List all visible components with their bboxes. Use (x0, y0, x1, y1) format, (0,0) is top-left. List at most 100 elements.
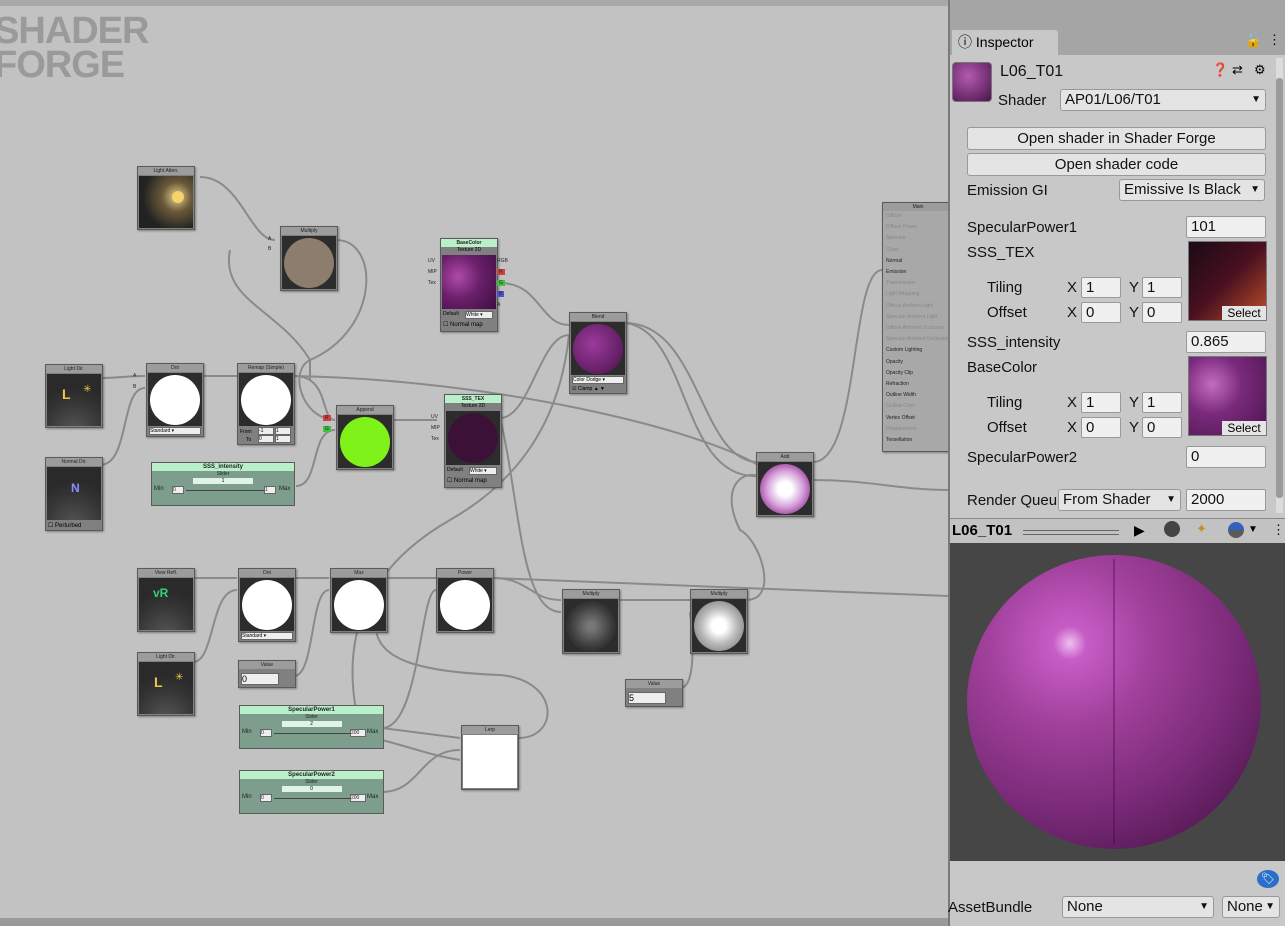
clamp-checkbox[interactable]: ☑ Clamp ▲ ▼ (572, 386, 605, 392)
perturbed-checkbox[interactable]: ☐ Perturbed (48, 522, 81, 529)
preview-drag-handle[interactable] (1023, 530, 1119, 535)
slider-min-field[interactable]: 0 (260, 729, 272, 737)
port-b[interactable]: B (133, 384, 136, 390)
lock-icon[interactable]: 🔓 (1245, 33, 1261, 49)
main-input-tessellation[interactable]: Tessellation (886, 437, 912, 443)
port-a[interactable]: A (133, 373, 136, 379)
sss-tiling-x-field[interactable]: 1 (1081, 277, 1121, 298)
remap-from-a-field[interactable]: -1 (258, 427, 274, 435)
port-tex[interactable]: Tex (431, 436, 439, 442)
shader-select[interactable]: AP01/L06/T01 ▼ (1060, 89, 1266, 111)
chevron-down-icon[interactable]: ▼ (1248, 524, 1258, 535)
lighting-icon[interactable]: ✦ (1196, 521, 1207, 537)
inspector-scrollbar[interactable] (1276, 58, 1283, 513)
sss-tiling-y-field[interactable]: 1 (1142, 277, 1182, 298)
node-multiply-2[interactable]: Multiply (562, 589, 620, 654)
node-value-1[interactable]: Value 0 (238, 660, 296, 688)
slider-specular-power-2[interactable]: SpecularPower2 Slider 0 Min 0 200 Max (239, 770, 384, 814)
port-alpha[interactable]: A (497, 302, 500, 308)
default-select[interactable]: White ▾ (465, 311, 493, 319)
open-shader-code-button[interactable]: Open shader code (967, 153, 1266, 176)
node-basecolor[interactable]: BaseColor Texture 2D Default White ▾ ☐ N… (440, 238, 498, 332)
gear-icon[interactable]: ⚙ (1254, 62, 1266, 78)
node-dot-1[interactable]: Dot Standard ▾ (146, 363, 204, 437)
blend-mode-select[interactable]: Color Dodge ▾ (572, 376, 624, 384)
render-queue-field[interactable]: 2000 (1186, 489, 1266, 511)
node-add[interactable]: Add (756, 452, 814, 517)
slider-max-field[interactable]: 200 (350, 794, 366, 802)
main-input-refraction[interactable]: Refraction (886, 381, 909, 387)
remap-to-a-field[interactable]: 0 (258, 435, 274, 443)
node-multiply-1[interactable]: Multiply (280, 226, 338, 291)
port-mip[interactable]: MIP (431, 425, 440, 431)
skybox-icon[interactable] (1228, 522, 1244, 538)
normal-map-checkbox[interactable]: ☐ Normal map (443, 321, 483, 328)
main-input-diffuse[interactable]: Diffuse (886, 213, 901, 219)
port-tex[interactable]: Tex (428, 280, 436, 286)
slider-track[interactable] (186, 490, 264, 491)
material-preview[interactable] (950, 543, 1285, 861)
default-select[interactable]: White ▾ (469, 467, 497, 475)
node-blend[interactable]: Blend Color Dodge ▾ ☑ Clamp ▲ ▼ (569, 312, 627, 394)
main-input-displacement[interactable]: Displacement (886, 426, 916, 432)
slider-min-field[interactable]: 0 (172, 486, 184, 494)
port-r[interactable]: R (497, 269, 505, 275)
main-input-opacity-clip[interactable]: Opacity Clip (886, 370, 913, 376)
node-main[interactable]: Main Diffuse Diffuse Power Specular Gloss No… (882, 202, 948, 452)
sss-tex-select-button[interactable]: Select (1222, 306, 1266, 320)
main-input-diffuse-ambient-light[interactable]: Diffuse Ambient Light (886, 303, 933, 309)
main-input-outline-color[interactable]: Outline Color (886, 403, 915, 409)
port-b[interactable]: B (497, 291, 505, 297)
normal-map-checkbox[interactable]: ☐ Normal map (447, 477, 487, 484)
port-mip[interactable]: MIP (428, 269, 437, 275)
basecolor-offset-y-field[interactable]: 0 (1142, 417, 1182, 438)
main-input-vertex-offset[interactable]: Vertex Offset (886, 415, 915, 421)
main-input-specular-ambient-occlusion[interactable]: Specular Ambient Occlusion (886, 336, 948, 342)
main-input-outline-width[interactable]: Outline Width (886, 392, 916, 398)
help-icon[interactable]: ❓ (1212, 62, 1228, 78)
main-input-custom-lighting[interactable]: Custom Lighting (886, 347, 922, 353)
dot-mode-select[interactable]: Standard ▾ (241, 632, 293, 640)
node-value-2[interactable]: Value 5 (625, 679, 683, 707)
remap-from-b-field[interactable]: 1 (275, 427, 291, 435)
dot-mode-select[interactable]: Standard ▾ (149, 427, 201, 435)
scrollbar-thumb[interactable] (1276, 78, 1283, 498)
node-normal-dir[interactable]: Normal Dir. N ☐ Perturbed (45, 457, 103, 531)
sss-offset-x-field[interactable]: 0 (1081, 302, 1121, 323)
node-sss-tex[interactable]: SSS_TEX Texture 2D Default White ▾ ☐ Nor… (444, 394, 502, 488)
slider-specular-power-1[interactable]: SpecularPower1 Slider 2 Min 0 200 Max (239, 705, 384, 749)
node-max[interactable]: Max (330, 568, 388, 633)
play-icon[interactable]: ▶ (1134, 522, 1145, 539)
main-input-opacity[interactable]: Opacity (886, 359, 903, 365)
slider-sss-intensity[interactable]: SSS_intensity Slider 1 Min 0 1 Max (151, 462, 295, 506)
sss-offset-y-field[interactable]: 0 (1142, 302, 1182, 323)
node-canvas[interactable]: SHADER FORGE Light Atten. Multiply A B L… (0, 0, 948, 926)
main-input-gloss[interactable]: Gloss (886, 247, 899, 253)
value-field[interactable]: 5 (628, 692, 666, 704)
basecolor-select-button[interactable]: Select (1222, 421, 1266, 435)
tab-inspector[interactable]: ⓘ Inspector (952, 30, 1058, 55)
port-g[interactable]: G (497, 280, 505, 286)
port-b[interactable]: B (268, 246, 271, 252)
emission-gi-select[interactable]: Emissive Is Black ▼ (1119, 179, 1265, 201)
node-power[interactable]: Power (436, 568, 494, 633)
sss-intensity-field[interactable]: 0.865 (1186, 331, 1266, 353)
main-input-light-wrapping[interactable]: Light Wrapping (886, 291, 920, 297)
port-uv[interactable]: UV (428, 258, 435, 264)
node-light-atten[interactable]: Light Atten. (137, 166, 195, 230)
preset-icon[interactable]: ⇄ (1232, 62, 1243, 78)
value-field[interactable]: 0 (241, 673, 279, 685)
slider-max-field[interactable]: 200 (350, 729, 366, 737)
node-view-refl[interactable]: View Refl. vR (137, 568, 195, 632)
slider-max-field[interactable]: 1 (264, 486, 276, 494)
slider-track[interactable] (274, 798, 353, 799)
node-light-dir-1[interactable]: Light Dir. L ✳ (45, 364, 103, 428)
basecolor-offset-x-field[interactable]: 0 (1081, 417, 1121, 438)
sss-tex-thumbnail[interactable]: Select (1188, 241, 1267, 321)
label-tag-icon[interactable]: 🏷 (1257, 870, 1279, 888)
port-r[interactable]: R (323, 415, 331, 421)
render-queue-select[interactable]: From Shader ▼ (1058, 489, 1181, 511)
basecolor-thumbnail[interactable]: Select (1188, 356, 1267, 436)
main-input-specular-ambient-light[interactable]: Specular Ambient Light (886, 314, 937, 320)
specular-power-2-field[interactable]: 0 (1186, 446, 1266, 468)
